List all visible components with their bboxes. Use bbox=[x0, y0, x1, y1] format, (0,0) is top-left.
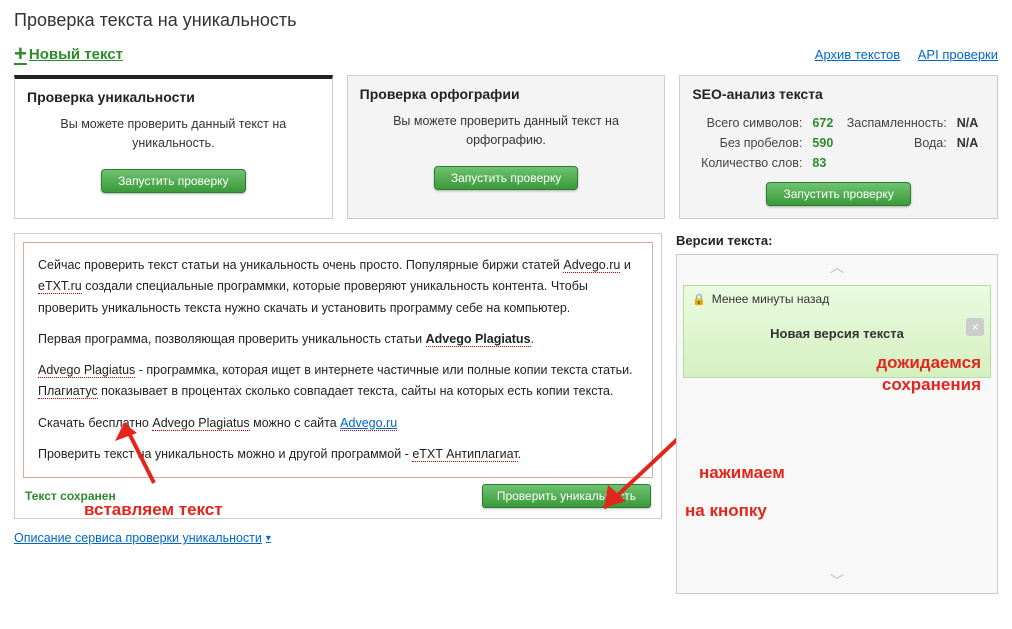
spell-ap1: Advego Plagiatus bbox=[426, 332, 531, 347]
archive-link[interactable]: Архив текстов bbox=[815, 47, 900, 62]
check-uniqueness-button[interactable]: Проверить уникальность bbox=[482, 484, 651, 508]
spell-etxt-ap: eTXT Антиплагиат bbox=[412, 447, 517, 462]
spell-ap3: Advego Plagiatus bbox=[152, 416, 249, 431]
t2a: Первая программа, позволяющая проверить … bbox=[38, 332, 426, 346]
new-text-link[interactable]: + Новый текст bbox=[14, 41, 123, 67]
card-uniq-sub: Вы можете проверить данный текст на уник… bbox=[27, 115, 320, 153]
seo-nospace-val: 590 bbox=[808, 134, 838, 152]
t1a: Сейчас проверить текст статьи на уникаль… bbox=[38, 258, 563, 272]
content-row: Сейчас проверить текст статьи на уникаль… bbox=[14, 233, 998, 594]
t5c: . bbox=[518, 447, 521, 461]
versions-title: Версии текста: bbox=[676, 233, 998, 248]
card-spelling[interactable]: Проверка орфографии Вы можете проверить … bbox=[347, 75, 666, 219]
run-uniq-button[interactable]: Запустить проверку bbox=[101, 169, 245, 193]
close-icon[interactable]: × bbox=[966, 318, 984, 336]
seo-total-label: Всего символов: bbox=[694, 114, 806, 132]
spell-etxt: eTXT.ru bbox=[38, 279, 82, 294]
card-uniq-title: Проверка уникальности bbox=[27, 89, 320, 105]
desc-link-label: Описание сервиса проверки уникальности bbox=[14, 531, 262, 545]
card-seo[interactable]: SEO-анализ текста Всего символов: 672 За… bbox=[679, 75, 998, 219]
api-link[interactable]: API проверки bbox=[918, 47, 998, 62]
seo-water-label: Вода: bbox=[840, 134, 951, 152]
editor-box: Сейчас проверить текст статьи на уникаль… bbox=[14, 233, 662, 519]
editor-textarea[interactable]: Сейчас проверить текст статьи на уникаль… bbox=[23, 242, 653, 478]
spell-ap2: Advego Plagiatus bbox=[38, 363, 135, 378]
cards-row: Проверка уникальности Вы можете проверит… bbox=[14, 75, 998, 219]
run-seo-button[interactable]: Запустить проверку bbox=[766, 182, 910, 206]
editor-column: Сейчас проверить текст статьи на уникаль… bbox=[14, 233, 662, 594]
seo-water-val: N/A bbox=[953, 134, 983, 152]
new-text-label: Новый текст bbox=[29, 46, 123, 63]
t5a: Проверить текст на уникальность можно и … bbox=[38, 447, 412, 461]
t1b: и bbox=[620, 258, 630, 272]
scroll-up-icon[interactable]: ︿ bbox=[677, 255, 997, 279]
editor-footer: Текст сохранен Проверить уникальность bbox=[23, 478, 653, 510]
t3d: показывает в процентах сколько совпадает… bbox=[98, 384, 614, 398]
scroll-down-icon[interactable]: ﹀ bbox=[677, 569, 997, 593]
t3b: - программка, которая ищет в интернете ч… bbox=[135, 363, 632, 377]
t2c: . bbox=[531, 332, 534, 346]
run-spell-button[interactable]: Запустить проверку bbox=[434, 166, 578, 190]
top-links: Архив текстов API проверки bbox=[801, 47, 998, 62]
description-link[interactable]: Описание сервиса проверки уникальности ▾ bbox=[14, 531, 271, 545]
versions-column: Версии текста: ︿ 🔒 Менее минуты назад Но… bbox=[676, 233, 998, 594]
saved-message: Текст сохранен bbox=[25, 489, 116, 503]
versions-box: ︿ 🔒 Менее минуты назад Новая версия текс… bbox=[676, 254, 998, 594]
card-spell-title: Проверка орфографии bbox=[360, 86, 653, 102]
chevron-down-icon: ▾ bbox=[266, 533, 271, 544]
version-label: Новая версия текста bbox=[692, 326, 982, 341]
version-item[interactable]: 🔒 Менее минуты назад Новая версия текста… bbox=[683, 285, 991, 378]
card-spell-sub: Вы можете проверить данный текст на орфо… bbox=[360, 112, 653, 150]
plus-icon: + bbox=[14, 41, 27, 67]
seo-spam-val: N/A bbox=[953, 114, 983, 132]
seo-nospace-label: Без пробелов: bbox=[694, 134, 806, 152]
card-uniqueness[interactable]: Проверка уникальности Вы можете проверит… bbox=[14, 75, 333, 219]
seo-stats: Всего символов: 672 Заспамленность: N/A … bbox=[692, 112, 985, 174]
spell-advego: Advego.ru bbox=[563, 258, 620, 273]
toolbar: + Новый текст Архив текстов API проверки bbox=[14, 41, 998, 67]
seo-words-val: 83 bbox=[808, 154, 838, 172]
t1c: создали специальные программки, которые … bbox=[38, 279, 588, 314]
seo-words-label: Количество слов: bbox=[694, 154, 806, 172]
version-time: 🔒 Менее минуты назад bbox=[692, 292, 982, 306]
advego-link[interactable]: Advego.ru bbox=[340, 416, 397, 431]
seo-spam-label: Заспамленность: bbox=[840, 114, 951, 132]
version-time-label: Менее минуты назад bbox=[712, 292, 830, 306]
t4a: Скачать бесплатно bbox=[38, 416, 152, 430]
spell-plag: Плагиатус bbox=[38, 384, 98, 399]
lock-icon: 🔒 bbox=[692, 293, 706, 306]
card-seo-title: SEO-анализ текста bbox=[692, 86, 985, 102]
seo-total-val: 672 bbox=[808, 114, 838, 132]
t4c: можно с сайта bbox=[250, 416, 341, 430]
page-title: Проверка текста на уникальность bbox=[14, 10, 998, 31]
